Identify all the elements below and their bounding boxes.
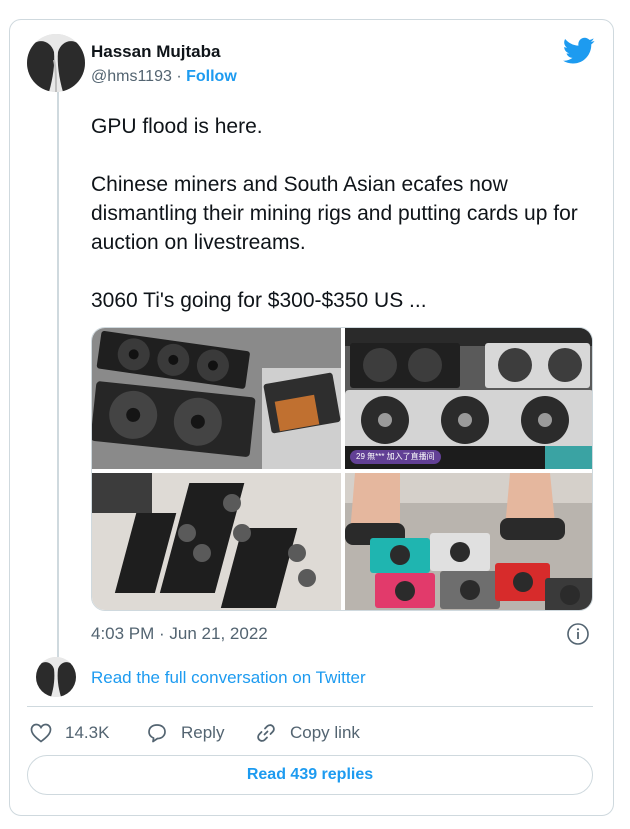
like-count: 14.3K [65,723,110,742]
tweet-paragraph: GPU flood is here. [91,115,263,138]
info-icon[interactable] [566,622,590,646]
media-photo-colorful-gpus[interactable] [345,473,592,610]
author-avatar[interactable] [27,34,85,92]
media-photo-livestream-gpus[interactable] [345,328,592,469]
link-icon [257,724,275,742]
twitter-bird-icon[interactable] [563,37,595,65]
tweet-text: GPU flood is here. Chinese miners and So… [91,112,596,344]
like-button[interactable]: 14.3K [29,719,109,747]
reply-label: Reply [181,723,225,742]
livestream-overlay: 29 無*** 加入了直播间 [350,450,441,464]
thread-line [57,92,59,657]
read-replies-button[interactable]: Read 439 replies [27,755,593,795]
speech-bubble-icon [148,724,166,743]
author-meta: @hms1193 · Follow [91,68,237,86]
divider [27,706,593,707]
follow-link[interactable]: Follow [186,68,237,85]
copy-link-label: Copy link [290,723,360,742]
tweet-paragraph: Chinese miners and South Asian ecafes no… [91,173,578,254]
media-photo-gpus-table[interactable] [92,328,341,469]
media-photo-gpu-stacks[interactable] [92,473,341,610]
read-conversation-link[interactable]: Read the full conversation on Twitter [91,668,366,688]
tweet-paragraph: 3060 Ti's going for $300-$350 US ... [91,289,427,312]
media-grid: 29 無*** 加入了直播间 [91,327,593,611]
author-name[interactable]: Hassan Mujtaba [91,42,220,62]
reply-button[interactable]: Reply [145,719,224,747]
conversation-avatar [36,657,76,697]
tweet-timestamp[interactable]: 4:03 PM · Jun 21, 2022 [91,624,268,644]
meta-separator: · [176,68,182,85]
copy-link-button[interactable]: Copy link [254,719,360,747]
heart-icon [30,723,52,743]
author-handle[interactable]: @hms1193 [91,68,172,85]
